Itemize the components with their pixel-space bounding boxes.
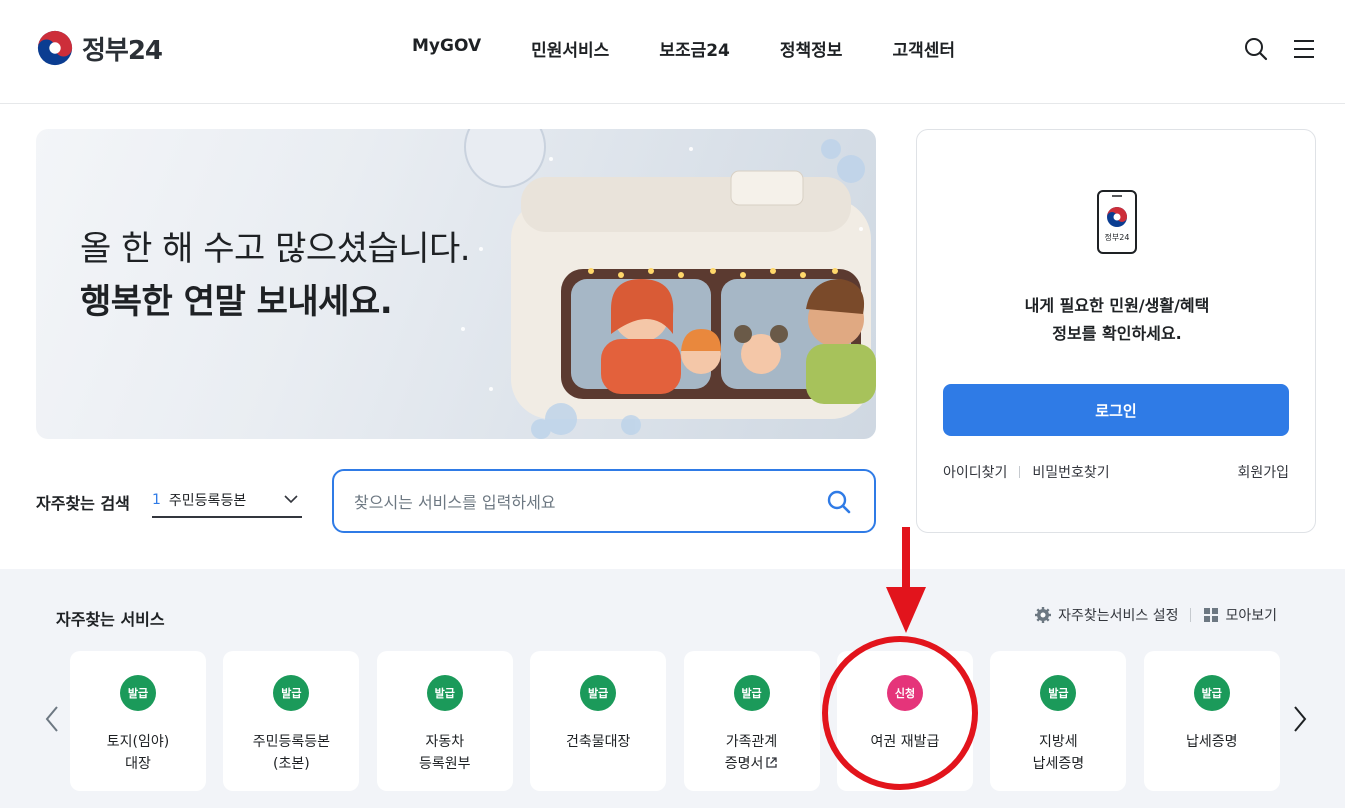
- nav-subsidy24[interactable]: 보조금24: [659, 36, 730, 61]
- frequent-services-title: 자주찾는 서비스: [56, 610, 165, 629]
- issue-badge: 발급: [1193, 675, 1230, 711]
- login-card: 정부24 내게 필요한 민원/생활/혜택 정보를 확인하세요. 로그인 아이디찾…: [916, 129, 1316, 533]
- chevron-down-icon: [284, 495, 298, 504]
- taegeuk-logo-icon: [37, 30, 73, 66]
- login-button[interactable]: 로그인: [943, 384, 1289, 436]
- link-divider: [1019, 466, 1021, 478]
- main-banner[interactable]: 올 한 해 수고 많으셨습니다. 행복한 연말 보내세요.: [36, 129, 876, 439]
- card-label-line1: 지방세: [1039, 734, 1078, 750]
- card-label-line2: (초본): [273, 756, 310, 772]
- service-card-resident-registration[interactable]: 발급 주민등록등본 (초본): [223, 651, 360, 791]
- card-label-line1: 자동차: [425, 734, 465, 750]
- card-label-line1: 가족관계: [725, 734, 778, 750]
- account-links: 아이디찾기 비밀번호찾기: [943, 462, 1110, 482]
- menu-icon[interactable]: [1291, 36, 1317, 62]
- nav-customer-center[interactable]: 고객센터: [892, 36, 955, 61]
- banner-headline: 올 한 해 수고 많으셨습니다.: [80, 229, 471, 269]
- site-header: 정부24 MyGOV 민원서비스 보조금24 정책정보 고객센터: [0, 0, 1345, 104]
- service-card-building-register[interactable]: 발급 건축물대장: [530, 651, 667, 791]
- issue-badge: 발급: [733, 675, 770, 711]
- service-card-tax-certificate[interactable]: 발급 납세증명: [1143, 651, 1280, 791]
- service-cards: 발급 토지(임야) 대장 발급 주민등록등본 (초본) 발급 자동차등록원부 발급 …: [70, 651, 1280, 791]
- find-id-link[interactable]: 아이디찾기: [943, 462, 1007, 482]
- card-label-line1: 주민등록등본: [252, 734, 331, 750]
- tools-divider: [1190, 608, 1192, 622]
- banner-illustration: [461, 129, 876, 439]
- card-label-line2: 증명서: [724, 756, 764, 772]
- issue-badge: 발급: [120, 675, 156, 711]
- search-button-icon[interactable]: [826, 489, 852, 515]
- search-box: [332, 469, 876, 533]
- services-tools: 자주찾는서비스 설정 모아보기: [1034, 605, 1277, 625]
- card-label-line1: 납세증명: [1185, 734, 1238, 750]
- issue-badge: 발급: [426, 675, 463, 711]
- issue-badge: 발급: [580, 675, 617, 711]
- frequent-search-value: 주민등록등본: [168, 493, 247, 509]
- services-settings-label: 자주찾는서비스 설정: [1058, 608, 1179, 624]
- frequent-search-rank: 1: [152, 492, 161, 508]
- gov24-phone-icon: 정부24: [1097, 190, 1137, 254]
- chevron-left-icon[interactable]: [42, 703, 62, 735]
- login-message-line2: 정보를 확인하세요.: [1052, 324, 1182, 343]
- gov24-logo[interactable]: 정부24: [36, 28, 163, 68]
- services-settings-link[interactable]: 자주찾는서비스 설정: [1034, 605, 1178, 625]
- banner-subheadline: 행복한 연말 보내세요.: [80, 282, 393, 322]
- service-card-local-tax-certificate[interactable]: 발급 지방세납세증명: [990, 651, 1127, 791]
- frequent-search-select[interactable]: 1 주민등록등본: [152, 484, 302, 518]
- card-label-line2: 납세증명: [1032, 756, 1085, 772]
- main-nav: MyGOV 민원서비스 보조금24 정책정보 고객센터: [412, 36, 1005, 61]
- nav-civil-services[interactable]: 민원서비스: [531, 36, 609, 61]
- card-label-line1: 토지(임야): [106, 734, 170, 750]
- issue-badge: 발급: [273, 675, 310, 711]
- view-all-label: 모아보기: [1225, 608, 1277, 624]
- service-card-land-register[interactable]: 발급 토지(임야) 대장: [70, 651, 206, 791]
- frequent-services-section: 자주찾는 서비스 자주찾는서비스 설정 모아보기 발급 토지(임야) 대장 발급…: [0, 569, 1345, 808]
- nav-mygov[interactable]: MyGOV: [412, 36, 481, 61]
- find-password-link[interactable]: 비밀번호찾기: [1032, 462, 1109, 482]
- phone-label: 정부24: [1105, 232, 1130, 242]
- annotation-circle: [822, 636, 978, 790]
- login-message-line1: 내게 필요한 민원/생활/혜택: [1024, 296, 1210, 315]
- chevron-right-icon[interactable]: [1290, 703, 1310, 735]
- issue-badge: 발급: [1040, 675, 1077, 711]
- grid-icon: [1204, 608, 1219, 622]
- card-label-line2: 등록원부: [419, 756, 471, 772]
- view-all-link[interactable]: 모아보기: [1203, 605, 1277, 625]
- card-label-line2: 대장: [125, 756, 151, 772]
- card-label-line1: 건축물대장: [565, 734, 631, 750]
- search-input[interactable]: [354, 489, 814, 515]
- gear-icon: [1035, 607, 1052, 623]
- card-label-line2-wrap: 증명서: [684, 753, 820, 775]
- service-card-family-certificate[interactable]: 발급 가족관계증명서: [683, 651, 820, 791]
- join-link[interactable]: 회원가입: [1237, 462, 1289, 482]
- service-card-vehicle-registration[interactable]: 발급 자동차등록원부: [376, 651, 513, 791]
- nav-policy-info[interactable]: 정책정보: [780, 36, 843, 61]
- logo-text: 정부24: [82, 35, 163, 66]
- frequent-search-label: 자주찾는 검색: [36, 494, 130, 513]
- external-link-icon: [766, 757, 778, 768]
- search-icon[interactable]: [1243, 36, 1269, 62]
- annotation-arrow: [886, 527, 926, 633]
